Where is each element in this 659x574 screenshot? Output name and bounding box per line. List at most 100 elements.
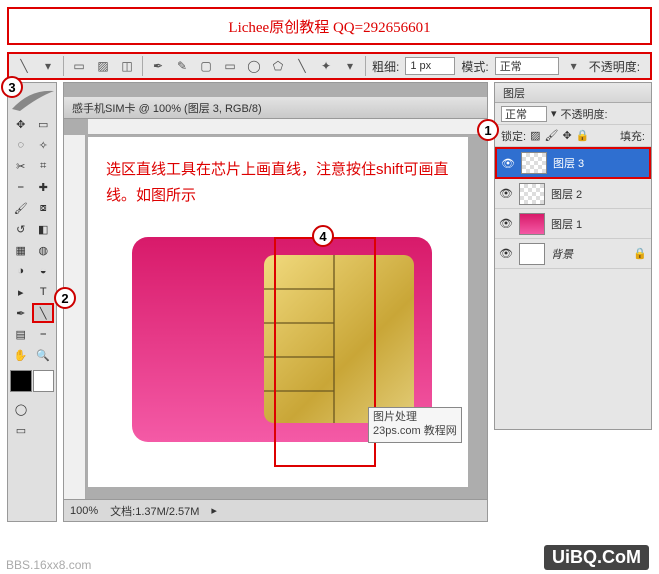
- rectangle-icon[interactable]: ▢: [197, 57, 215, 75]
- dropdown-icon[interactable]: ▾: [341, 57, 359, 75]
- dropdown-icon[interactable]: ▾: [39, 57, 57, 75]
- screenmode-icon[interactable]: ▭: [10, 420, 32, 440]
- callout-4: 4: [312, 225, 334, 247]
- zoom-tool[interactable]: 🔍: [33, 345, 55, 365]
- layer-item[interactable]: 👁 图层 1: [495, 209, 651, 239]
- pen-icon[interactable]: ✒: [149, 57, 167, 75]
- paths-icon[interactable]: ▨: [94, 57, 112, 75]
- lock-label: 锁定:: [501, 128, 526, 144]
- eyedropper2-tool[interactable]: ⎯: [33, 324, 55, 344]
- layer-empty-area: [495, 269, 651, 429]
- watermark-line1: 图片处理: [373, 410, 457, 424]
- shape-layers-icon[interactable]: ▭: [70, 57, 88, 75]
- brush-tool[interactable]: 🖌: [10, 198, 32, 218]
- filesize-value: 文档:1.37M/2.57M: [110, 503, 199, 519]
- hand-tool[interactable]: ✋: [10, 345, 32, 365]
- foreground-color[interactable]: [10, 370, 32, 392]
- dropdown-icon[interactable]: ▾: [551, 107, 557, 120]
- header-text: Lichee原创教程 QQ=292656601: [228, 16, 430, 37]
- thickness-label: 粗细:: [372, 58, 399, 75]
- dropdown-icon[interactable]: ▾: [565, 57, 583, 75]
- visibility-icon[interactable]: 👁: [501, 156, 515, 170]
- header-banner: Lichee原创教程 QQ=292656601: [7, 7, 652, 45]
- stamp-tool[interactable]: ⧇: [33, 198, 55, 218]
- polygon-icon[interactable]: ⬠: [269, 57, 287, 75]
- callout-3: 3: [1, 76, 23, 98]
- layer-name[interactable]: 图层 1: [551, 216, 582, 232]
- canvas[interactable]: 选区直线工具在芯片上画直线，注意按住shift可画直线。如图所示 4: [88, 137, 468, 487]
- slice-tool[interactable]: ⌗: [33, 156, 55, 176]
- marquee-tool[interactable]: ▭: [33, 114, 55, 134]
- wand-tool[interactable]: ✧: [33, 135, 55, 155]
- fill-label: 填充:: [620, 128, 645, 144]
- document-title: 感手机SIM卡 @ 100% (图层 3, RGB/8): [72, 100, 262, 116]
- quickmask-icon[interactable]: ◯: [10, 399, 32, 419]
- layer-thumbnail[interactable]: [519, 213, 545, 235]
- lock-position-icon[interactable]: ✥: [562, 129, 571, 142]
- options-bar: ╲ ▾ ▭ ▨ ◫ ✒ ✎ ▢ ▭ ◯ ⬠ ╲ ✦ ▾ 粗细: 1 px 模式:…: [7, 52, 652, 80]
- status-arrow-icon[interactable]: ▸: [211, 504, 217, 517]
- notes-tool[interactable]: ▤: [10, 324, 32, 344]
- ellipse-icon[interactable]: ◯: [245, 57, 263, 75]
- mode-label: 模式:: [461, 58, 488, 75]
- freeform-pen-icon[interactable]: ✎: [173, 57, 191, 75]
- layer-item[interactable]: 👁 图层 3: [495, 147, 651, 179]
- status-bar: 100% 文档:1.37M/2.57M ▸: [64, 499, 487, 521]
- background-color[interactable]: [33, 370, 55, 392]
- corner-watermark: BBS.16xx8.com: [6, 558, 91, 572]
- watermark-line2: 23ps.com 教程网: [373, 424, 457, 438]
- layer-name[interactable]: 背景: [551, 246, 573, 262]
- rounded-rect-icon[interactable]: ▭: [221, 57, 239, 75]
- fill-pixels-icon[interactable]: ◫: [118, 57, 136, 75]
- visibility-icon[interactable]: 👁: [499, 217, 513, 231]
- site-logo: UiBQ.CoM: [544, 545, 649, 570]
- healing-tool[interactable]: ✚: [33, 177, 55, 197]
- visibility-icon[interactable]: 👁: [499, 187, 513, 201]
- lock-icon: 🔒: [633, 247, 647, 260]
- layers-tab[interactable]: 图层: [495, 83, 651, 103]
- lock-transparency-icon[interactable]: ▨: [530, 129, 540, 142]
- zoom-value[interactable]: 100%: [70, 505, 98, 517]
- document-title-bar: 感手机SIM卡 @ 100% (图层 3, RGB/8): [64, 97, 487, 119]
- visibility-icon[interactable]: 👁: [499, 247, 513, 261]
- dodge-tool[interactable]: ◑: [10, 261, 32, 281]
- ruler-left[interactable]: [64, 135, 86, 499]
- instruction-text: 选区直线工具在芯片上画直线，注意按住shift可画直线。如图所示: [106, 157, 456, 208]
- line-icon[interactable]: ╲: [293, 57, 311, 75]
- line-tool-icon[interactable]: ╲: [15, 57, 33, 75]
- layer-thumbnail[interactable]: [519, 183, 545, 205]
- custom-shape-icon[interactable]: ✦: [317, 57, 335, 75]
- eyedropper-tool[interactable]: ⎯: [10, 177, 32, 197]
- crop-tool[interactable]: ✂: [10, 156, 32, 176]
- blur-tool[interactable]: ◍: [33, 240, 55, 260]
- eraser-tool[interactable]: ◧: [33, 219, 55, 239]
- path-select-tool[interactable]: ▸: [10, 282, 32, 302]
- document-window: 感手机SIM卡 @ 100% (图层 3, RGB/8) 选区直线工具在芯片上画…: [63, 82, 488, 522]
- blend-mode-select[interactable]: 正常: [501, 106, 547, 122]
- sponge-tool[interactable]: ◒: [33, 261, 55, 281]
- panel-area: 图层 正常 ▾ 不透明度: 锁定: ▨ 🖌 ✥ 🔒 填充: 1 👁 图层 3: [494, 82, 652, 522]
- lock-pixels-icon[interactable]: 🖌: [544, 129, 558, 142]
- layer-thumbnail[interactable]: [521, 152, 547, 174]
- type-tool[interactable]: T: [33, 282, 55, 302]
- toolbox: ✥▭ ◌✧ ✂⌗ ⎯✚ 🖌⧇ ↺◧ ▦◍ ◑◒ ▸T ✒╲ ▤⎯ ✋🔍 ◯ ▭ …: [7, 82, 57, 522]
- move-tool[interactable]: ✥: [10, 114, 32, 134]
- thickness-input[interactable]: 1 px: [405, 57, 455, 75]
- opacity-label: 不透明度:: [589, 58, 640, 75]
- layer-item[interactable]: 👁 图层 2: [495, 179, 651, 209]
- lasso-tool[interactable]: ◌: [10, 135, 32, 155]
- callout-1: 1: [477, 119, 499, 141]
- ruler-top[interactable]: [88, 119, 487, 135]
- layer-name[interactable]: 图层 2: [551, 186, 582, 202]
- line-tool[interactable]: ╲: [32, 303, 54, 323]
- lock-all-icon[interactable]: 🔒: [576, 129, 590, 142]
- layer-name[interactable]: 图层 3: [553, 155, 584, 171]
- layer-thumbnail[interactable]: [519, 243, 545, 265]
- mode-select[interactable]: 正常: [495, 57, 559, 75]
- layer-list: 👁 图层 3 👁 图层 2 👁 图层 1 👁 背景: [495, 147, 651, 269]
- gradient-tool[interactable]: ▦: [10, 240, 32, 260]
- pen-tool[interactable]: ✒: [10, 303, 31, 323]
- opacity-label: 不透明度:: [561, 106, 608, 122]
- history-brush-tool[interactable]: ↺: [10, 219, 32, 239]
- layer-item[interactable]: 👁 背景 🔒: [495, 239, 651, 269]
